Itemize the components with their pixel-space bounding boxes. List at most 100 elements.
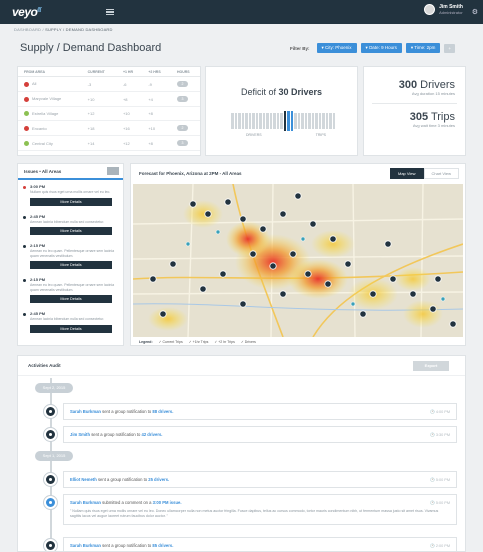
column-header[interactable]: CURRENT	[81, 67, 117, 77]
activities-audit-card: Activities Audit Export Sept 2, 2015 Sar…	[17, 355, 466, 552]
time-filter-dropdown[interactable]: ▾ Time: 2pm	[405, 43, 441, 53]
plus1hr-value: +10	[116, 106, 143, 122]
activity-time: 🕒 3:30 PM	[430, 433, 450, 437]
activity-user[interactable]: Sarah Burkman	[70, 543, 101, 548]
breadcrumb: DASHBOARD / SUPPLY / DEMAND DASHBOARD	[14, 27, 113, 32]
tab-map-view[interactable]: Map View	[390, 167, 424, 179]
breadcrumb-home[interactable]: DASHBOARD	[14, 27, 41, 32]
issue-text: Aenean eu leo quam. Pellentesque ornare …	[30, 249, 115, 258]
hours-badge: 3	[176, 140, 188, 147]
column-header[interactable]: +1 HR	[116, 67, 143, 77]
city-filter-dropdown[interactable]: ▾ City: Phoenix	[316, 43, 357, 53]
date-badge: Sept 2, 2015	[35, 383, 73, 393]
table-row[interactable]: Central City +14 +12 +8 3	[18, 135, 200, 152]
hours-value: 2	[170, 76, 200, 92]
issues-header: Issues • All Areas	[18, 164, 123, 180]
activity-item[interactable]: Sarah Burkman sent a group notification …	[63, 537, 457, 551]
date-filter-dropdown[interactable]: ▾ Date: 9 Hours	[360, 43, 402, 53]
plus2hr-value: +8	[142, 106, 171, 122]
more-details-button[interactable]: More Details	[30, 261, 112, 270]
tab-chart-view[interactable]: Chart View	[423, 167, 459, 179]
area-status-dot	[24, 96, 29, 102]
issue-time: 2:45 PM	[30, 213, 46, 219]
heat-map[interactable]	[133, 184, 463, 337]
table-row[interactable]: Maryvale Village +10 +8 +4 3	[18, 91, 200, 107]
issue-text: Aenean lacinia bibendum nulla sed consec…	[30, 317, 105, 322]
map-legend: Legend: ✓ Current Trips ✓ +1hr Trips ✓ +…	[139, 340, 256, 344]
issue-item: 2:15 PM Aenean eu leo quam. Pellentesque …	[18, 273, 123, 307]
filter-bar: Filter By: ▾ City: Phoenix ▾ Date: 9 Hou…	[290, 43, 455, 53]
plus1hr-value: +16	[116, 120, 143, 137]
timeline-node	[44, 405, 57, 418]
timeline-node	[44, 473, 57, 486]
plus1hr-value: +12	[116, 135, 143, 152]
current-value: -3	[81, 76, 117, 92]
issue-item: 2:45 PM Aenean lacinia bibendum nulla sed…	[18, 307, 123, 337]
area-name: Estrella Village	[18, 106, 82, 122]
page-title: Supply / Demand Dashboard	[20, 42, 162, 54]
timeline-node	[44, 496, 57, 509]
activity-item[interactable]: Sarah Burkman sent a group notification …	[63, 403, 457, 420]
issues-title: Issues • All Areas	[24, 168, 62, 174]
gauge-left-label: DRIVERS	[246, 133, 262, 137]
hours-badge: 2	[176, 81, 188, 87]
trips-total: 305 Trips	[409, 111, 455, 123]
area-status-dot	[24, 141, 29, 147]
legend-current-trips[interactable]: ✓ Current Trips	[159, 340, 183, 344]
activity-item[interactable]: Elliot Nemeth sent a group notification …	[63, 471, 457, 488]
veyo-logo[interactable]: veyo(((	[12, 5, 41, 19]
more-details-button[interactable]: More Details	[30, 295, 112, 304]
more-details-button[interactable]: More Details	[30, 324, 112, 333]
hours-value: 3	[170, 91, 200, 107]
hours-value: 3	[170, 135, 200, 152]
column-header[interactable]: FROM AREA	[18, 67, 82, 77]
activity-user[interactable]: Elliot Nemeth	[70, 477, 97, 482]
timeline-node	[44, 428, 57, 441]
area-status-dot	[24, 111, 29, 117]
hours-value	[170, 106, 200, 122]
issue-time: 3:00 PM	[30, 184, 46, 189]
gear-icon[interactable]: ⚙	[472, 8, 478, 16]
issue-bullet	[23, 245, 26, 249]
table-row[interactable]: All -3 -6 -9 2	[18, 76, 200, 92]
heat-map-canvas	[133, 184, 463, 337]
column-header[interactable]: +2 HRS	[142, 67, 171, 77]
area-status-dot	[24, 126, 29, 132]
user-menu[interactable]: Jim Smith Administrator	[424, 4, 463, 15]
activity-item[interactable]: Jim Smith sent a group notification to 4…	[63, 426, 457, 443]
more-details-button[interactable]: More Details	[30, 197, 112, 206]
supply-demand-gauge	[231, 111, 335, 131]
user-role: Administrator	[439, 10, 463, 15]
legend-drivers[interactable]: ✓ Drivers	[241, 340, 256, 344]
activities-title: Activities Audit	[28, 363, 61, 368]
column-header[interactable]: HOURS	[170, 67, 200, 77]
avatar	[424, 4, 436, 15]
issue-item: 2:45 PM Aenean lacinia bibendum nulla sed…	[18, 210, 123, 240]
activity-user[interactable]: Jim Smith	[70, 432, 90, 437]
legend-plus1hr-trips[interactable]: ✓ +1hr Trips	[189, 340, 209, 344]
issues-panel: Issues • All Areas 3:00 PM Nullam quis ri…	[17, 163, 124, 346]
more-details-button[interactable]: More Details	[30, 227, 112, 236]
hamburger-menu-icon[interactable]	[105, 8, 114, 16]
activity-user[interactable]: Sarah Burkman	[70, 409, 101, 414]
forecast-map-card: Forecast for Phoenix, Arizona at 2PM - A…	[130, 163, 466, 346]
table-row[interactable]: Encanto +18 +16 +10 2	[18, 120, 200, 137]
issues-toggle-button[interactable]	[107, 167, 119, 175]
add-filter-button[interactable]: +	[444, 43, 455, 53]
table-row[interactable]: Estrella Village +12 +10 +8	[18, 106, 200, 122]
plus1hr-value: +8	[116, 91, 143, 107]
area-stats-table: FROM AREA CURRENT +1 HR +2 HRS HOURS All…	[18, 67, 200, 152]
issue-bullet	[23, 313, 26, 317]
deficit-title: Deficit of 30 Drivers	[240, 87, 323, 97]
legend-plus2hr-trips[interactable]: ✓ +2 hr Trips	[214, 340, 235, 344]
hours-badge: 3	[176, 96, 188, 102]
issue-bullet	[23, 279, 26, 283]
issue-bullet	[23, 215, 26, 219]
legend-label: Legend:	[139, 340, 153, 344]
activity-user[interactable]: Sarah Burkman	[70, 500, 101, 505]
breadcrumb-current: SUPPLY / DEMAND DASHBOARD	[45, 27, 113, 32]
activity-comment-item[interactable]: Sarah Burkman submitted a comment on a 3…	[63, 494, 457, 526]
export-button[interactable]: Export	[413, 360, 449, 371]
trips-subtext: Avg wait time 3 minutes	[412, 123, 455, 128]
issue-item: 2:15 PM Aenean eu leo quam. Pellentesque …	[18, 239, 123, 273]
